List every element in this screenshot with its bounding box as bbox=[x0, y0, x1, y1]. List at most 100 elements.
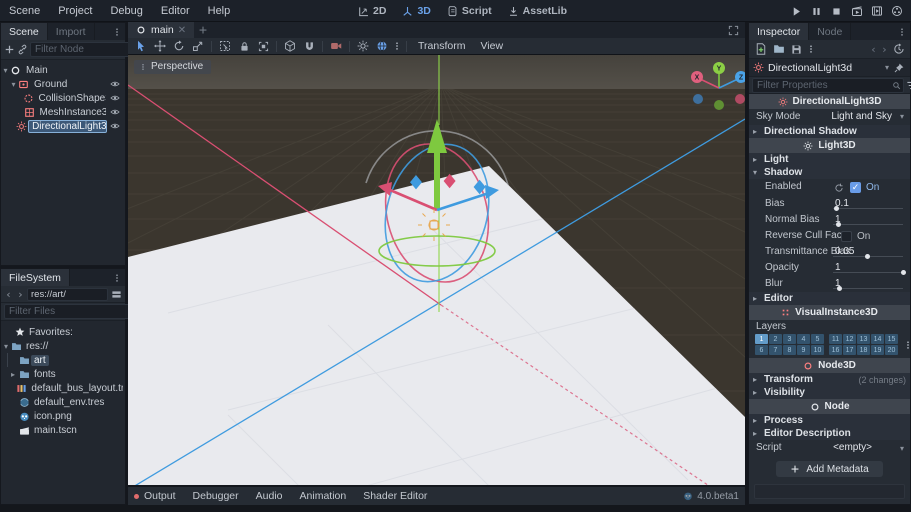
scene-tab-main[interactable]: main ✕ bbox=[128, 22, 194, 38]
bottom-tab-shader-editor[interactable]: Shader Editor bbox=[356, 490, 434, 502]
history-forward-icon[interactable]: › bbox=[879, 41, 890, 57]
fs-entry-default-env[interactable]: default_env.tres bbox=[1, 395, 125, 409]
preview-sun-button[interactable] bbox=[354, 39, 372, 54]
layer-cell[interactable]: 11 bbox=[829, 334, 842, 344]
movie-maker-button[interactable] bbox=[888, 3, 905, 19]
new-resource-button[interactable] bbox=[752, 41, 769, 57]
bottom-tab-audio[interactable]: Audio bbox=[249, 490, 290, 502]
menu-scene[interactable]: Scene bbox=[0, 5, 49, 17]
bottom-tab-animation[interactable]: Animation bbox=[293, 490, 354, 502]
layer-cell[interactable]: 18 bbox=[857, 345, 870, 355]
expand-viewport-icon[interactable] bbox=[722, 22, 745, 38]
expand-sections-icon[interactable] bbox=[906, 77, 911, 93]
fs-entry-icon-png[interactable]: icon.png bbox=[1, 409, 125, 423]
opacity-slider[interactable]: 1 bbox=[833, 260, 903, 276]
enabled-checkbox[interactable]: ✓ bbox=[850, 182, 861, 193]
pause-button[interactable] bbox=[808, 3, 825, 19]
chevron-down-icon[interactable]: ▾ bbox=[900, 112, 904, 121]
fs-entry-art[interactable]: art bbox=[1, 353, 125, 367]
transform-menu[interactable]: Transform bbox=[411, 40, 472, 52]
layer-cell[interactable]: 8 bbox=[783, 345, 796, 355]
extra-resource-options-icon[interactable] bbox=[892, 60, 906, 76]
section-transform[interactable]: ▸Transform (2 changes) bbox=[749, 373, 910, 386]
play-button[interactable] bbox=[788, 3, 805, 19]
tab-import[interactable]: Import bbox=[48, 23, 95, 40]
normal-bias-slider[interactable]: 1 bbox=[833, 212, 903, 228]
tab-filesystem[interactable]: FileSystem bbox=[1, 269, 70, 286]
menu-debug[interactable]: Debug bbox=[101, 5, 151, 17]
history-back-icon[interactable]: ‹ bbox=[868, 41, 879, 57]
sun-environment-menu-icon[interactable] bbox=[392, 39, 402, 54]
snap-button[interactable] bbox=[300, 39, 318, 54]
layer-cell[interactable]: 1 bbox=[755, 334, 768, 344]
section-light[interactable]: ▸Light bbox=[749, 153, 910, 166]
section-process[interactable]: ▸Process bbox=[749, 414, 910, 427]
resource-menu-icon[interactable] bbox=[806, 41, 816, 57]
view-menu[interactable]: View bbox=[473, 40, 510, 52]
layer-cell[interactable]: 2 bbox=[769, 334, 782, 344]
close-tab-icon[interactable]: ✕ bbox=[178, 25, 186, 36]
3d-viewport[interactable]: X Y Z Perspective bbox=[128, 55, 745, 485]
layer-cell[interactable]: 13 bbox=[857, 334, 870, 344]
local-space-button[interactable] bbox=[281, 39, 299, 54]
viewport-canvas[interactable]: X Y Z bbox=[128, 55, 745, 485]
lock-node-button[interactable] bbox=[235, 39, 253, 54]
nav-back-icon[interactable]: ‹ bbox=[3, 288, 14, 301]
list-select-button[interactable] bbox=[216, 39, 234, 54]
visibility-eye-icon[interactable] bbox=[107, 93, 123, 104]
save-resource-button[interactable] bbox=[788, 41, 805, 57]
add-metadata-button[interactable]: Add Metadata bbox=[776, 461, 882, 477]
layers-menu-icon[interactable] bbox=[903, 334, 910, 355]
visibility-eye-icon[interactable] bbox=[107, 121, 123, 132]
tab-inspector[interactable]: Inspector bbox=[749, 23, 809, 40]
projection-selector[interactable]: Perspective bbox=[134, 60, 211, 74]
sky-mode-value[interactable]: Light and Sky bbox=[831, 111, 892, 122]
bias-slider[interactable]: 0.1 bbox=[833, 196, 903, 212]
scene-dock-menu-icon[interactable] bbox=[109, 23, 125, 40]
visibility-eye-icon[interactable] bbox=[107, 107, 123, 118]
visibility-eye-icon[interactable] bbox=[107, 79, 123, 90]
history-icon[interactable] bbox=[890, 41, 907, 57]
section-editor[interactable]: ▸Editor bbox=[749, 292, 910, 305]
layer-cell[interactable]: 7 bbox=[769, 345, 782, 355]
new-scene-tab-button[interactable] bbox=[194, 22, 211, 38]
add-node-button[interactable] bbox=[4, 42, 15, 58]
revert-property-icon[interactable] bbox=[833, 180, 845, 196]
transmittance-bias-slider[interactable]: 0.05 bbox=[833, 244, 903, 260]
select-mode-button[interactable] bbox=[132, 39, 150, 54]
override-camera-button[interactable] bbox=[327, 39, 345, 54]
layer-cell[interactable]: 9 bbox=[797, 345, 810, 355]
bottom-tab-output[interactable]: Output bbox=[142, 490, 183, 502]
group-node-button[interactable] bbox=[254, 39, 272, 54]
workspace-assetlib-button[interactable]: AssetLib bbox=[502, 0, 573, 22]
scene-node-main[interactable]: ▾ Main bbox=[1, 63, 125, 77]
play-scene-button[interactable] bbox=[848, 3, 865, 19]
section-visibility[interactable]: ▸Visibility bbox=[749, 386, 910, 399]
layer-cell[interactable]: 5 bbox=[811, 334, 824, 344]
section-shadow[interactable]: ▾Shadow bbox=[749, 166, 910, 179]
layer-cell[interactable]: 15 bbox=[885, 334, 898, 344]
filesystem-menu-icon[interactable] bbox=[109, 269, 125, 286]
menu-project[interactable]: Project bbox=[49, 5, 101, 17]
filter-properties-input[interactable] bbox=[752, 78, 904, 93]
scene-node-ground[interactable]: ▾ Ground bbox=[1, 77, 125, 91]
nav-forward-icon[interactable]: › bbox=[15, 288, 26, 301]
move-mode-button[interactable] bbox=[151, 39, 169, 54]
stop-button[interactable] bbox=[828, 3, 845, 19]
bottom-tab-debugger[interactable]: Debugger bbox=[186, 490, 246, 502]
chevron-down-icon[interactable]: ▾ bbox=[900, 444, 904, 453]
layer-cell[interactable]: 14 bbox=[871, 334, 884, 344]
menu-help[interactable]: Help bbox=[199, 5, 240, 17]
scene-node-meshinstance3d[interactable]: MeshInstance3d bbox=[1, 105, 125, 119]
layer-cell[interactable]: 4 bbox=[797, 334, 810, 344]
layer-cell[interactable]: 20 bbox=[885, 345, 898, 355]
preview-environment-button[interactable] bbox=[373, 39, 391, 54]
toggle-split-mode-icon[interactable] bbox=[109, 286, 123, 302]
instance-scene-button[interactable] bbox=[17, 42, 28, 58]
favorites-header[interactable]: Favorites: bbox=[1, 325, 125, 339]
workspace-3d-button[interactable]: 3D bbox=[396, 0, 436, 22]
rotate-mode-button[interactable] bbox=[170, 39, 188, 54]
workspace-script-button[interactable]: Script bbox=[441, 0, 498, 22]
load-resource-button[interactable] bbox=[770, 41, 787, 57]
blur-slider[interactable]: 1 bbox=[833, 276, 903, 292]
